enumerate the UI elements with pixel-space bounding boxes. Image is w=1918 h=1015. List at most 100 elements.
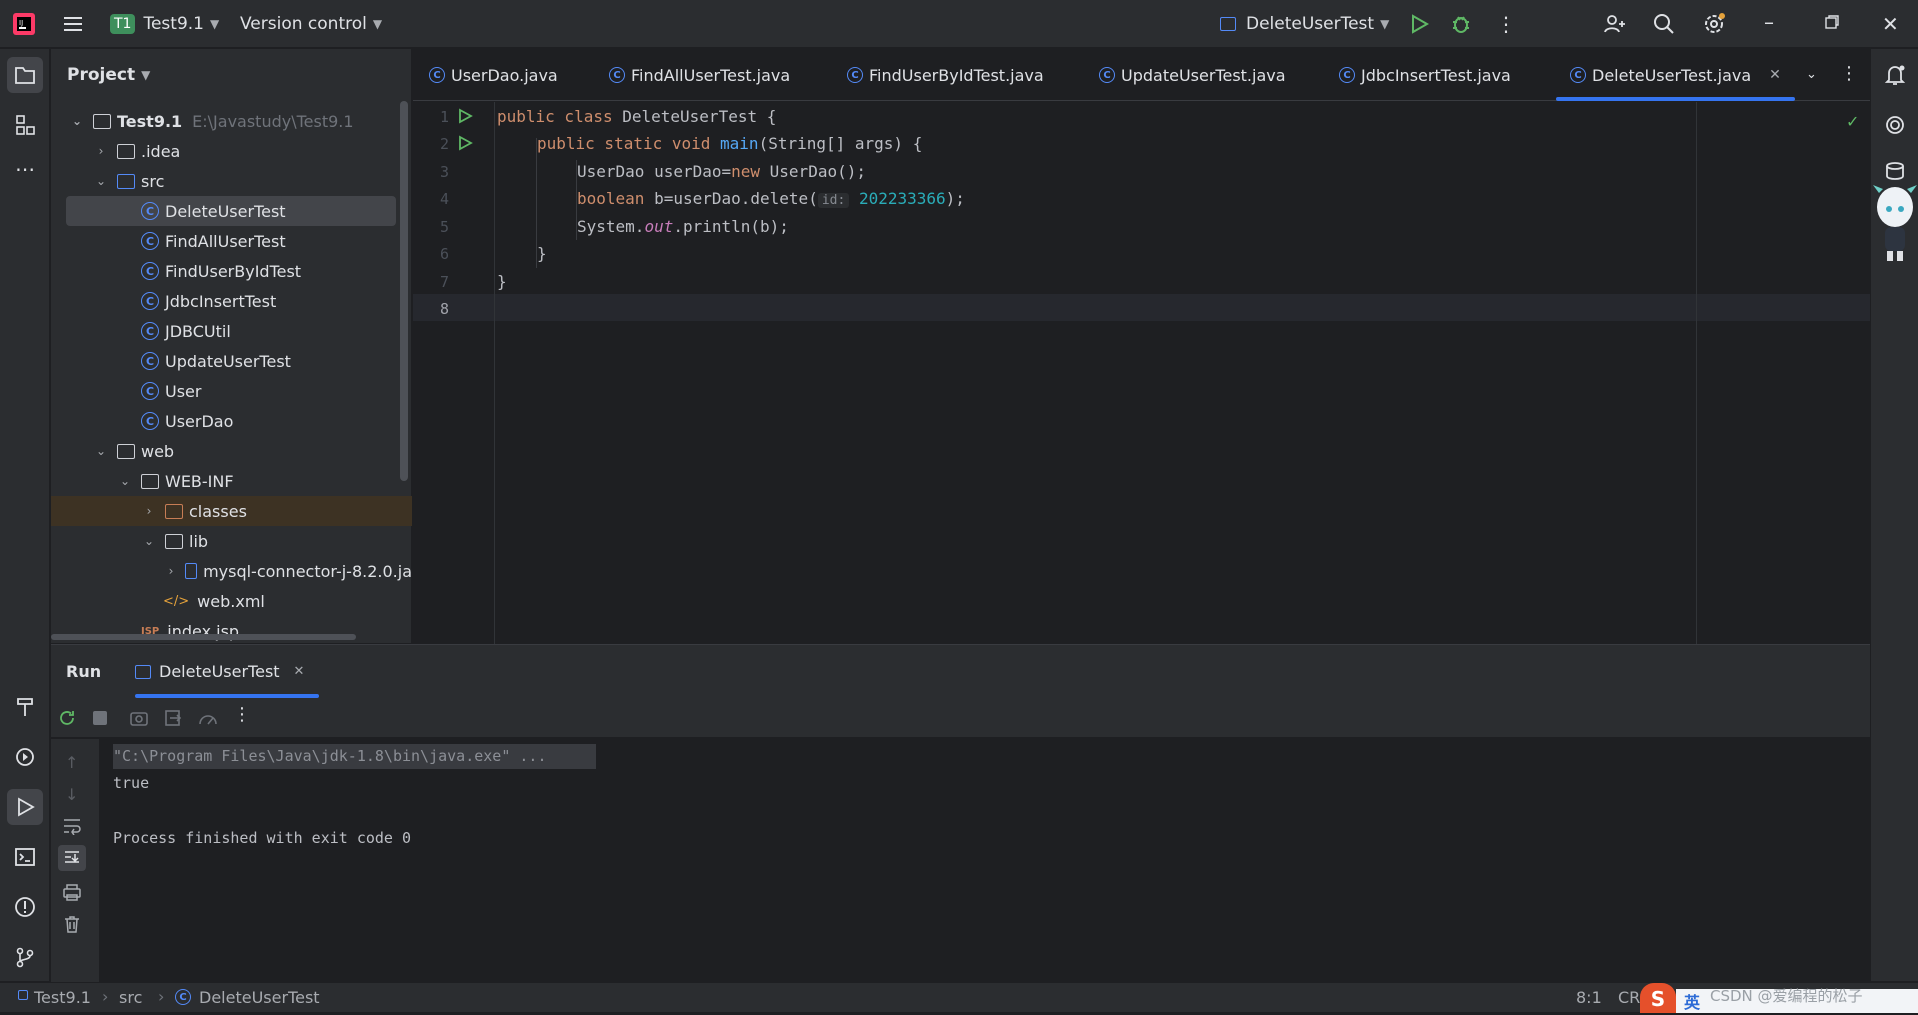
horizontal-scrollbar[interactable] <box>51 634 356 640</box>
tree-node-class[interactable]: C FindUserByIdTest <box>51 256 412 286</box>
run-tool-icon[interactable] <box>7 789 43 825</box>
tree-node-file[interactable]: </> web.xml <box>51 586 412 616</box>
intellij-logo-icon[interactable]: IJ <box>10 10 38 38</box>
code-line-7: } <box>497 272 507 291</box>
settings-gear-icon[interactable] <box>1702 12 1726 36</box>
class-icon: C <box>141 322 159 340</box>
run-gutter-icon[interactable] <box>457 135 473 151</box>
no-problems-check-icon: ✓ <box>1846 112 1860 131</box>
tree-node-class[interactable]: C UserDao <box>51 406 412 436</box>
tab-findallusertest[interactable]: C FindAllUserTest.java <box>609 49 790 101</box>
tree-node-folder[interactable]: ⌄ web <box>51 436 412 466</box>
tab-updateusertest[interactable]: C UpdateUserTest.java <box>1099 49 1286 101</box>
xml-file-icon: </> <box>163 593 190 609</box>
tree-node-folder[interactable]: › .idea <box>51 136 412 166</box>
tree-node-folder[interactable]: ⌄ lib <box>51 526 412 556</box>
tree-node-file[interactable]: JSP index.jsp <box>51 616 412 646</box>
services-icon[interactable] <box>7 739 43 775</box>
run-icon[interactable] <box>1408 13 1430 35</box>
stop-icon[interactable] <box>93 711 107 725</box>
tree-node-class[interactable]: C JDBCUtil <box>51 316 412 346</box>
more-actions-icon[interactable]: ⋮ <box>1496 12 1516 36</box>
expand-arrow-icon[interactable]: ⌄ <box>117 474 133 488</box>
project-tool-button[interactable] <box>7 57 43 93</box>
tree-node-module[interactable]: ⌄ Test9.1 E:\Javastudy\Test9.1 <box>51 106 412 136</box>
project-widget[interactable]: T1 Test9.1 ▼ <box>110 0 219 48</box>
vcs-widget[interactable]: Version control ▼ <box>240 0 382 48</box>
more-tools-icon[interactable]: ⋯ <box>7 151 43 187</box>
git-branch-icon[interactable] <box>7 939 43 975</box>
down-arrow-icon[interactable]: ↓ <box>65 785 78 804</box>
line-number: 2 <box>439 135 449 153</box>
trash-icon[interactable] <box>62 915 82 933</box>
left-tool-window-bar: ⋯ <box>0 49 50 981</box>
tab-deleteusertest[interactable]: C DeleteUserTest.java ✕ <box>1556 49 1795 101</box>
tree-node-class[interactable]: C JdbcInsertTest <box>51 286 412 316</box>
module-icon <box>18 990 28 1000</box>
tree-node-class[interactable]: C UpdateUserTest <box>51 346 412 376</box>
expand-arrow-icon[interactable]: ⌄ <box>93 174 109 188</box>
minimize-window-button[interactable]: – <box>1764 10 1774 34</box>
structure-tool-icon[interactable] <box>7 107 43 143</box>
sogou-ime-logo-icon[interactable]: S <box>1640 983 1676 1013</box>
collapse-arrow-icon[interactable]: › <box>165 564 177 578</box>
camera-icon[interactable] <box>129 708 149 728</box>
expand-arrow-icon[interactable]: ⌄ <box>93 444 109 458</box>
run-config-selector[interactable]: DeleteUserTest ▼ <box>1220 0 1389 48</box>
tree-node-class[interactable]: C User <box>51 376 412 406</box>
up-arrow-icon[interactable]: ↑ <box>65 753 78 772</box>
expand-arrow-icon[interactable]: ⌄ <box>141 534 157 548</box>
tree-node-jar[interactable]: › mysql-connector-j-8.2.0.ja <box>51 556 412 586</box>
tree-node-label: classes <box>189 501 247 521</box>
tree-node-folder[interactable]: ⌄ src <box>51 166 412 196</box>
scroll-to-end-icon[interactable] <box>58 845 86 871</box>
debug-icon[interactable] <box>1450 13 1472 35</box>
tree-node-class-selected[interactable]: C DeleteUserTest <box>66 196 396 226</box>
print-icon[interactable] <box>62 883 82 901</box>
more-actions-icon[interactable]: ⋮ <box>233 704 251 725</box>
rerun-icon[interactable] <box>57 708 77 728</box>
search-icon[interactable] <box>1652 12 1676 36</box>
close-tab-icon[interactable]: ✕ <box>1769 67 1781 83</box>
project-badge: T1 <box>110 14 136 34</box>
breadcrumb-class[interactable]: DeleteUserTest <box>199 988 320 1007</box>
breadcrumb-src[interactable]: src <box>119 988 142 1007</box>
tab-userdao[interactable]: C UserDao.java <box>429 49 558 101</box>
soft-wrap-icon[interactable] <box>62 817 82 835</box>
breadcrumb-module[interactable]: Test9.1 <box>34 988 91 1007</box>
project-panel-header[interactable]: Project ▼ <box>67 65 150 85</box>
tab-jdbcinserttest[interactable]: C JdbcInsertTest.java <box>1339 49 1511 101</box>
problems-icon[interactable] <box>7 889 43 925</box>
run-gutter-icon[interactable] <box>457 108 473 124</box>
tree-node-class[interactable]: C FindAllUserTest <box>51 226 412 256</box>
close-window-button[interactable]: ✕ <box>1882 12 1899 36</box>
code-editor[interactable]: ✓ 1 2 3 4 5 6 7 8 public class DeleteUse… <box>413 102 1870 644</box>
collapse-arrow-icon[interactable]: › <box>93 144 109 158</box>
tab-more-icon[interactable]: ⋮ <box>1840 63 1858 84</box>
collapse-arrow-icon[interactable]: › <box>141 504 157 518</box>
tab-finduserbyidtest[interactable]: C FindUserByIdTest.java <box>847 49 1044 101</box>
vertical-scrollbar[interactable] <box>400 101 408 481</box>
tree-node-label: src <box>141 171 165 191</box>
line-separator[interactable]: CR <box>1618 988 1640 1007</box>
build-hammer-icon[interactable] <box>7 689 43 725</box>
line-number: 7 <box>439 273 449 291</box>
tree-node-folder[interactable]: ⌄ WEB-INF <box>51 466 412 496</box>
exit-icon[interactable] <box>163 708 183 728</box>
ime-language-label[interactable]: 英 <box>1684 989 1700 1013</box>
caret-position[interactable]: 8:1 <box>1576 988 1602 1007</box>
ai-assistant-icon[interactable] <box>1883 113 1907 137</box>
notifications-bell-icon[interactable] <box>1883 63 1907 87</box>
tree-node-folder-excluded[interactable]: › classes <box>51 496 412 526</box>
close-tab-icon[interactable]: ✕ <box>294 664 305 679</box>
restore-window-button[interactable] <box>1824 14 1840 30</box>
tab-list-chevron-icon[interactable]: ⌄ <box>1806 67 1817 82</box>
run-tool-window: Run DeleteUserTest ✕ ⋮ ↑ ↓ "C:\Program F… <box>51 644 1870 982</box>
expand-arrow-icon[interactable]: ⌄ <box>69 114 85 128</box>
main-menu-icon[interactable] <box>62 13 84 35</box>
add-user-icon[interactable] <box>1602 12 1626 36</box>
line-number: 8 <box>439 300 449 318</box>
run-tab-deleteusertest[interactable]: DeleteUserTest ✕ <box>135 645 319 698</box>
terminal-icon[interactable] <box>7 839 43 875</box>
coverage-gauge-icon[interactable] <box>197 708 219 728</box>
